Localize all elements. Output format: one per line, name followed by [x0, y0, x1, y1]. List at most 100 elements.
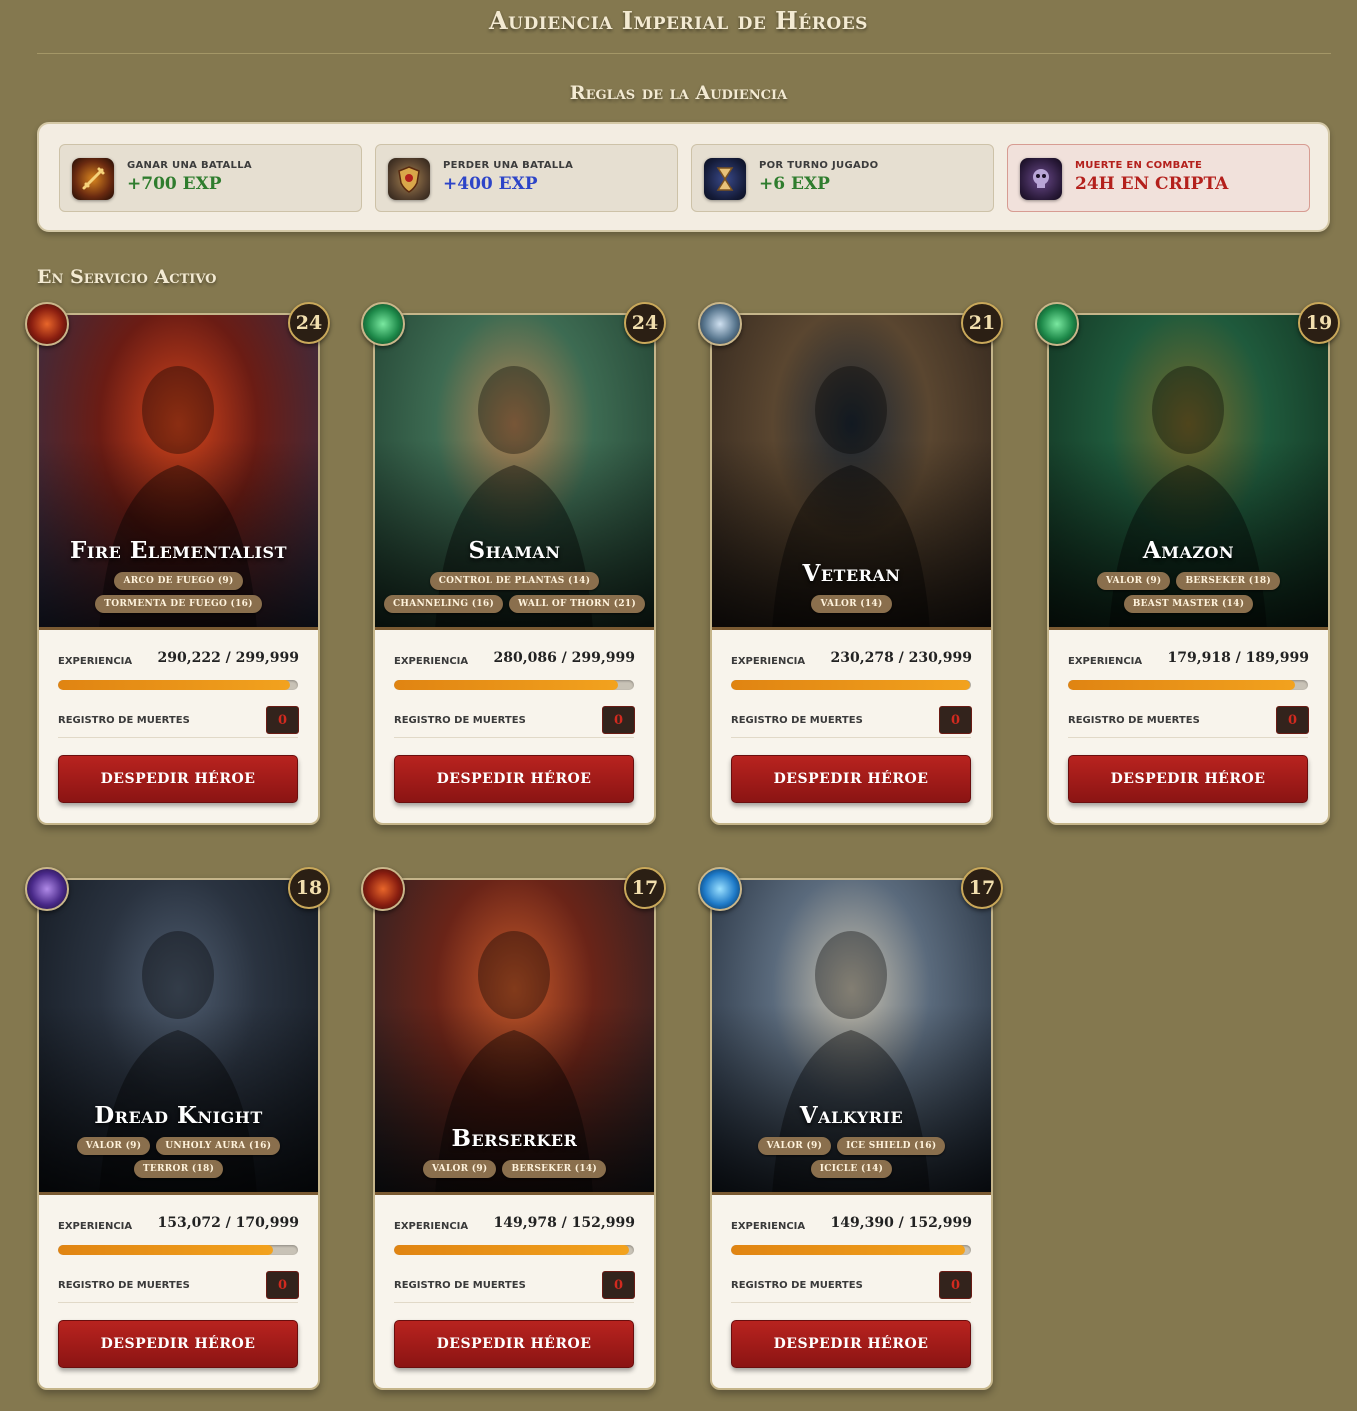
skill-badge: BERSEKER (18)	[1176, 572, 1281, 590]
dismiss-hero-button[interactable]: DESPEDIR HÉROE	[1068, 755, 1308, 803]
skill-badge: VALOR (14)	[811, 595, 892, 613]
rule-value: 24H EN CRIPTA	[1075, 174, 1229, 194]
skill-badge: TORMENTA DE FUEGO (16)	[95, 595, 262, 613]
experience-bar-fill	[58, 680, 291, 690]
hero-portrait: Dread Knight VALOR (9) UNHOLY AURA (16) TER…	[39, 880, 318, 1195]
hourglass-icon	[704, 158, 746, 200]
experience-bar	[394, 1245, 634, 1255]
skull-icon	[1020, 158, 1062, 200]
card-divider	[1068, 737, 1308, 738]
rule-label: GANAR UNA BATALLA	[127, 160, 252, 171]
deaths-label: REGISTRO DE MUERTES	[394, 715, 526, 726]
experience-label: EXPERIENCIA	[394, 1221, 469, 1232]
experience-bar	[731, 1245, 971, 1255]
experience-value: 290,222 / 299,999	[157, 650, 299, 666]
skill-badge: BEAST MASTER (14)	[1123, 595, 1254, 613]
hero-level-badge: 21	[961, 302, 1003, 344]
deaths-label: REGISTRO DE MUERTES	[731, 715, 863, 726]
experience-value: 179,918 / 189,999	[1167, 650, 1309, 666]
card-divider	[58, 1302, 298, 1303]
hero-card-amazon[interactable]: Amazon VALOR (9) BERSEKER (18) BEAST MASTER…	[1047, 313, 1330, 825]
card-divider	[58, 737, 298, 738]
hero-portrait: Shaman CONTROL DE PLANTAS (14) CHANNELING …	[375, 315, 654, 630]
dismiss-hero-button[interactable]: DESPEDIR HÉROE	[731, 1320, 971, 1368]
deaths-count: 0	[1276, 706, 1309, 734]
experience-label: EXPERIENCIA	[731, 1221, 806, 1232]
hero-level-badge: 17	[624, 867, 666, 909]
hero-card-fire-elementalist[interactable]: Fire Elementalist ARCO DE FUEGO (9) TORMEN…	[37, 313, 320, 825]
experience-bar-fill	[394, 1245, 630, 1255]
rule-turn-played: POR TURNO JUGADO +6 EXP	[691, 144, 994, 212]
hero-name: Berserker	[451, 1125, 578, 1152]
hero-skills: VALOR (9) BERSEKER (18) BEAST MASTER (14)	[1055, 572, 1322, 613]
experience-bar	[58, 1245, 298, 1255]
skill-badge: VALOR (9)	[1096, 572, 1171, 590]
deaths-label: REGISTRO DE MUERTES	[394, 1280, 526, 1291]
hero-skills: VALOR (14)	[718, 595, 985, 613]
deaths-count: 0	[266, 706, 299, 734]
rule-label: PERDER UNA BATALLA	[443, 160, 574, 171]
dismiss-hero-button[interactable]: DESPEDIR HÉROE	[58, 1320, 298, 1368]
experience-value: 153,072 / 170,999	[157, 1215, 299, 1231]
deaths-label: REGISTRO DE MUERTES	[58, 1280, 190, 1291]
hero-portrait: Valkyrie VALOR (9) ICE SHIELD (16) ICICLE (…	[712, 880, 991, 1195]
hero-portrait: Fire Elementalist ARCO DE FUEGO (9) TORMEN…	[39, 315, 318, 630]
skill-badge: TERROR (18)	[133, 1160, 224, 1178]
hero-card-shaman[interactable]: Shaman CONTROL DE PLANTAS (14) CHANNELING …	[373, 313, 656, 825]
rule-win-battle: GANAR UNA BATALLA +700 EXP	[59, 144, 362, 212]
hero-skills: CONTROL DE PLANTAS (14) CHANNELING (16) WA…	[381, 572, 648, 613]
experience-bar	[58, 680, 298, 690]
card-divider	[394, 1302, 634, 1303]
hero-level-badge: 24	[288, 302, 330, 344]
experience-bar-fill	[58, 1245, 273, 1255]
dismiss-hero-button[interactable]: DESPEDIR HÉROE	[58, 755, 298, 803]
skill-badge: CONTROL DE PLANTAS (14)	[429, 572, 600, 590]
hero-portrait: Amazon VALOR (9) BERSEKER (18) BEAST MASTER…	[1049, 315, 1328, 630]
skill-badge: ICE SHIELD (16)	[837, 1137, 946, 1155]
skill-badge: VALOR (9)	[422, 1160, 497, 1178]
experience-bar-fill	[1068, 680, 1296, 690]
experience-bar	[1068, 680, 1308, 690]
skill-badge: ICICLE (14)	[810, 1160, 893, 1178]
experience-value: 230,278 / 230,999	[830, 650, 972, 666]
experience-bar-fill	[731, 680, 971, 690]
experience-label: EXPERIENCIA	[731, 656, 806, 667]
experience-value: 149,390 / 152,999	[830, 1215, 972, 1231]
rule-lose-battle: PERDER UNA BATALLA +400 EXP	[375, 144, 678, 212]
skill-badge: UNHOLY AURA (16)	[156, 1137, 281, 1155]
hero-level-badge: 18	[288, 867, 330, 909]
experience-value: 280,086 / 299,999	[493, 650, 635, 666]
deaths-count: 0	[602, 706, 635, 734]
sword-icon	[72, 158, 114, 200]
nature-element-icon	[1035, 302, 1079, 346]
shadow-element-icon	[25, 867, 69, 911]
hero-name: Fire Elementalist	[70, 537, 287, 564]
hero-level-badge: 19	[1298, 302, 1340, 344]
rule-value: +400 EXP	[443, 174, 538, 194]
rule-value: +700 EXP	[127, 174, 222, 194]
dismiss-hero-button[interactable]: DESPEDIR HÉROE	[731, 755, 971, 803]
shield-icon	[388, 158, 430, 200]
page-title: Audiencia Imperial de Héroes	[489, 6, 868, 35]
deaths-label: REGISTRO DE MUERTES	[58, 715, 190, 726]
hero-card-valkyrie[interactable]: Valkyrie VALOR (9) ICE SHIELD (16) ICICLE (…	[710, 878, 993, 1390]
dismiss-hero-button[interactable]: DESPEDIR HÉROE	[394, 755, 634, 803]
rule-value: +6 EXP	[759, 174, 830, 194]
rule-label: POR TURNO JUGADO	[759, 160, 879, 171]
deaths-label: REGISTRO DE MUERTES	[731, 1280, 863, 1291]
hero-portrait: Berserker VALOR (9) BERSEKER (14)	[375, 880, 654, 1195]
rules-panel: GANAR UNA BATALLA +700 EXP PERDER UNA BA…	[37, 122, 1330, 232]
rule-label: MUERTE EN COMBATE	[1075, 160, 1203, 171]
fire-element-icon	[25, 302, 69, 346]
hero-card-berserker[interactable]: Berserker VALOR (9) BERSEKER (14) EXPERIENC…	[373, 878, 656, 1390]
experience-bar	[731, 680, 971, 690]
hero-card-veteran[interactable]: Veteran VALOR (14) EXPERIENCIA 230,278 / 23…	[710, 313, 993, 825]
card-divider	[731, 737, 971, 738]
steel-element-icon	[698, 302, 742, 346]
experience-bar-fill	[394, 680, 619, 690]
deaths-count: 0	[939, 1271, 972, 1299]
dismiss-hero-button[interactable]: DESPEDIR HÉROE	[394, 1320, 634, 1368]
experience-bar	[394, 680, 634, 690]
hero-skills: VALOR (9) UNHOLY AURA (16) TERROR (18)	[45, 1137, 312, 1178]
hero-card-dread-knight[interactable]: Dread Knight VALOR (9) UNHOLY AURA (16) TER…	[37, 878, 320, 1390]
